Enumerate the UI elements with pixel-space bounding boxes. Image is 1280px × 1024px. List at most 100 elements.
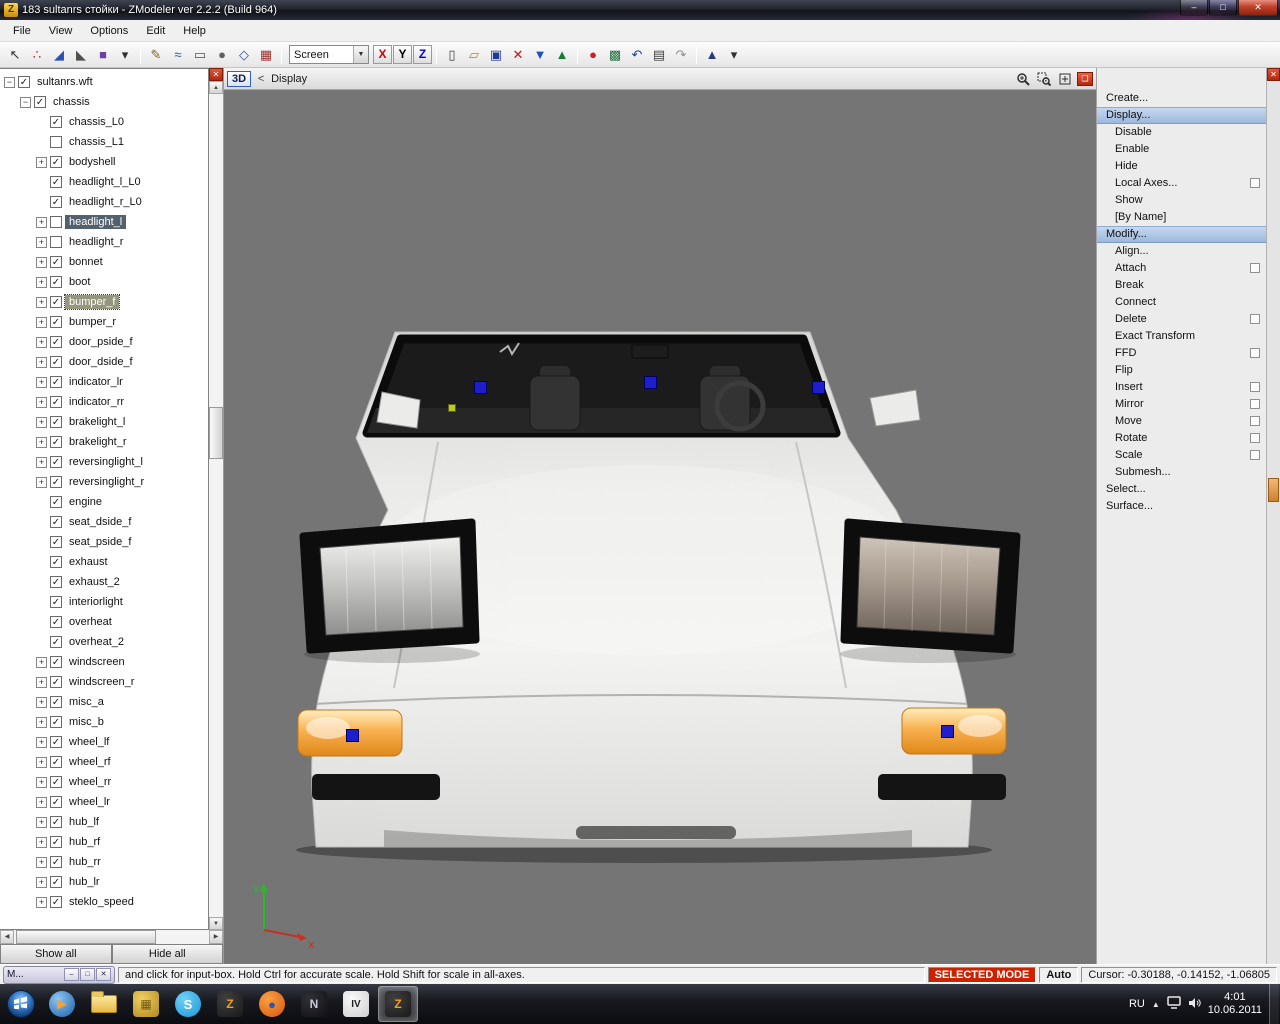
command-scale[interactable]: Scale bbox=[1097, 447, 1266, 464]
visibility-checkbox[interactable]: ✓ bbox=[50, 556, 62, 568]
command-checkbox[interactable] bbox=[1250, 399, 1260, 409]
tree-item-engine[interactable]: ✓ engine bbox=[0, 492, 208, 512]
expand-icon[interactable]: + bbox=[36, 716, 47, 728]
tree-item-bonnet[interactable]: + ✓ bonnet bbox=[0, 252, 208, 272]
command-select[interactable]: Select... bbox=[1097, 481, 1266, 498]
expand-icon[interactable]: + bbox=[36, 256, 47, 268]
tree-vertical-scrollbar[interactable]: ✕ ▲ ▼ bbox=[209, 68, 223, 930]
tree-item-reversinglight_r[interactable]: + ✓ reversinglight_r bbox=[0, 472, 208, 492]
command-move[interactable]: Move bbox=[1097, 413, 1266, 430]
command-submesh[interactable]: Submesh... bbox=[1097, 464, 1266, 481]
tree-item-seat_dside_f[interactable]: ✓ seat_dside_f bbox=[0, 512, 208, 532]
export-file-icon[interactable]: ▲ bbox=[551, 45, 573, 65]
command-checkbox[interactable] bbox=[1250, 178, 1260, 188]
menu-edit[interactable]: Edit bbox=[137, 22, 174, 40]
command-surface[interactable]: Surface... bbox=[1097, 498, 1266, 515]
command-checkbox[interactable] bbox=[1250, 314, 1260, 324]
vertex-marker[interactable] bbox=[644, 376, 657, 389]
scroll-right-icon[interactable]: ▶ bbox=[209, 930, 223, 944]
highlight-marker[interactable] bbox=[448, 404, 456, 412]
tree-item-steklo_speed[interactable]: + ✓ steklo_speed bbox=[0, 892, 208, 912]
visibility-checkbox[interactable]: ✓ bbox=[50, 316, 62, 328]
visibility-checkbox[interactable]: ✓ bbox=[50, 596, 62, 608]
create-spline-icon[interactable]: ≈ bbox=[167, 45, 189, 65]
visibility-checkbox[interactable]: ✓ bbox=[50, 636, 62, 648]
expand-icon[interactable]: + bbox=[36, 216, 47, 228]
taskbar-clock[interactable]: 4:01 10.06.2011 bbox=[1208, 991, 1262, 1017]
command-panel-scroll-track[interactable] bbox=[1267, 81, 1280, 964]
expand-icon[interactable]: + bbox=[36, 336, 47, 348]
expand-icon[interactable]: + bbox=[36, 856, 47, 868]
command-flip[interactable]: Flip bbox=[1097, 362, 1266, 379]
menu-file[interactable]: File bbox=[4, 22, 40, 40]
command-local-axes[interactable]: Local Axes... bbox=[1097, 175, 1266, 192]
command-rotate[interactable]: Rotate bbox=[1097, 430, 1266, 447]
expand-icon[interactable]: + bbox=[36, 296, 47, 308]
display-icon[interactable] bbox=[1167, 996, 1181, 1012]
tree-item-door_dside_f[interactable]: + ✓ door_dside_f bbox=[0, 352, 208, 372]
faces-mode-icon[interactable]: ◣ bbox=[70, 45, 92, 65]
tree-item-chassis_L0[interactable]: ✓ chassis_L0 bbox=[0, 112, 208, 132]
expand-icon[interactable]: + bbox=[36, 736, 47, 748]
visibility-checkbox[interactable]: ✓ bbox=[50, 116, 62, 128]
tree-item-headlight_r_L0[interactable]: ✓ headlight_r_L0 bbox=[0, 192, 208, 212]
tree-item-chassis[interactable]: − ✓ chassis bbox=[0, 92, 208, 112]
scroll-down-icon[interactable]: ▼ bbox=[209, 917, 223, 930]
taskbar-gtaiv[interactable]: IV bbox=[336, 986, 376, 1022]
tree-item-headlight_r[interactable]: + headlight_r bbox=[0, 232, 208, 252]
tree-panel-close-button[interactable]: ✕ bbox=[209, 68, 223, 81]
axis-y-button[interactable]: Y bbox=[393, 45, 412, 64]
minimize-button[interactable]: – bbox=[1180, 0, 1208, 16]
visibility-checkbox[interactable]: ✓ bbox=[34, 96, 46, 108]
scroll-up-icon[interactable]: ▲ bbox=[209, 81, 223, 94]
visibility-checkbox[interactable] bbox=[50, 216, 62, 228]
scroll-left-icon[interactable]: ◀ bbox=[0, 930, 14, 944]
command-by-name[interactable]: [By Name] bbox=[1097, 209, 1266, 226]
tree-item-headlight_l[interactable]: + headlight_l bbox=[0, 212, 208, 232]
command-checkbox[interactable] bbox=[1250, 348, 1260, 358]
axis-z-button[interactable]: Z bbox=[413, 45, 432, 64]
command-attach[interactable]: Attach bbox=[1097, 260, 1266, 277]
command-checkbox[interactable] bbox=[1250, 263, 1260, 273]
taskbar-wmp[interactable]: ▶ bbox=[42, 986, 82, 1022]
show-desktop-button[interactable] bbox=[1269, 984, 1279, 1024]
tree-item-indicator_rr[interactable]: + ✓ indicator_rr bbox=[0, 392, 208, 412]
select-arrow-icon[interactable]: ↖ bbox=[4, 45, 26, 65]
tree-item-interiorlight[interactable]: ✓ interiorlight bbox=[0, 592, 208, 612]
tree-hscroll-track[interactable] bbox=[14, 930, 209, 944]
tree-item-brakelight_r[interactable]: + ✓ brakelight_r bbox=[0, 432, 208, 452]
visibility-checkbox[interactable]: ✓ bbox=[50, 516, 62, 528]
car-model-3d-view[interactable]: y x bbox=[224, 90, 1096, 964]
viewport-mode-button[interactable]: 3D bbox=[227, 70, 252, 87]
visibility-checkbox[interactable] bbox=[50, 136, 62, 148]
command-insert[interactable]: Insert bbox=[1097, 379, 1266, 396]
visibility-checkbox[interactable]: ✓ bbox=[50, 296, 62, 308]
expand-icon[interactable]: + bbox=[36, 476, 47, 488]
import-file-icon[interactable]: ▼ bbox=[529, 45, 551, 65]
tree-item-sultanrs.wft[interactable]: − ✓ sultanrs.wft bbox=[0, 72, 208, 92]
visibility-checkbox[interactable]: ✓ bbox=[50, 796, 62, 808]
visibility-checkbox[interactable]: ✓ bbox=[50, 616, 62, 628]
hide-all-button[interactable]: Hide all bbox=[111, 944, 223, 964]
tray-expand-icon[interactable]: ▲ bbox=[1152, 1000, 1160, 1009]
tree-item-hub_lr[interactable]: + ✓ hub_lr bbox=[0, 872, 208, 892]
collapse-icon[interactable]: − bbox=[4, 76, 15, 88]
visibility-checkbox[interactable]: ✓ bbox=[50, 336, 62, 348]
command-align[interactable]: Align... bbox=[1097, 243, 1266, 260]
objects-mode-icon[interactable]: ■ bbox=[92, 45, 114, 65]
visibility-checkbox[interactable]: ✓ bbox=[50, 896, 62, 908]
visibility-checkbox[interactable]: ✓ bbox=[50, 856, 62, 868]
vertex-marker[interactable] bbox=[346, 729, 359, 742]
command-hide[interactable]: Hide bbox=[1097, 158, 1266, 175]
maximize-viewport-button[interactable]: ❑ bbox=[1077, 71, 1093, 86]
expand-icon[interactable]: + bbox=[36, 796, 47, 808]
tree-horizontal-scrollbar-thumb[interactable] bbox=[16, 930, 156, 944]
command-checkbox[interactable] bbox=[1250, 382, 1260, 392]
visibility-checkbox[interactable] bbox=[50, 236, 62, 248]
expand-icon[interactable]: + bbox=[36, 896, 47, 908]
tree-item-exhaust[interactable]: ✓ exhaust bbox=[0, 552, 208, 572]
taskbar-skype[interactable]: S bbox=[168, 986, 208, 1022]
command-connect[interactable]: Connect bbox=[1097, 294, 1266, 311]
tree-item-bumper_f[interactable]: + ✓ bumper_f bbox=[0, 292, 208, 312]
menu-help[interactable]: Help bbox=[174, 22, 215, 40]
